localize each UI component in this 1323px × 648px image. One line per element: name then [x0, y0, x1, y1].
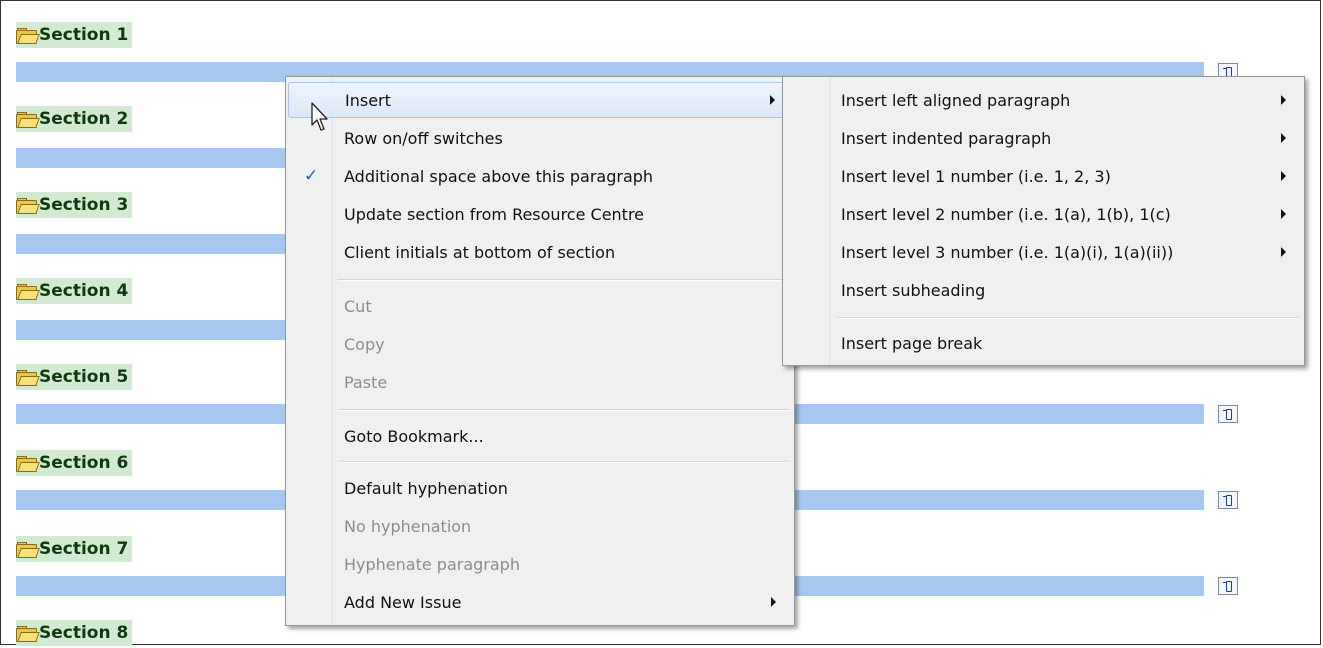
folder-icon: [16, 456, 40, 472]
menu-item-label: Add New Issue: [344, 592, 462, 612]
section-row[interactable]: Section 8: [16, 618, 133, 648]
folder-icon: [16, 370, 40, 386]
menu-item-default-hyphenation[interactable]: Default hyphenation: [288, 470, 792, 506]
menu-item-label: Cut: [344, 296, 372, 316]
folder-icon: [16, 112, 40, 128]
section-heading[interactable]: Section 8: [16, 620, 133, 646]
edit-paragraph-icon[interactable]: [1218, 405, 1238, 423]
section-heading[interactable]: Section 3: [16, 192, 133, 218]
submenu-item-level-1[interactable]: Insert level 1 number (i.e. 1, 2, 3): [785, 158, 1302, 194]
edit-paragraph-icon[interactable]: [1218, 491, 1238, 509]
menu-item-label: Goto Bookmark...: [344, 426, 484, 446]
menu-separator: [338, 409, 790, 411]
submenu-arrow-icon: [1281, 171, 1286, 181]
folder-icon: [16, 542, 40, 558]
folder-icon: [16, 28, 40, 44]
folder-icon: [16, 626, 40, 642]
menu-item-add-new-issue[interactable]: Add New Issue: [288, 584, 792, 620]
menu-item-label: Row on/off switches: [344, 128, 503, 148]
section-title: Section 1: [39, 25, 129, 45]
section-title: Section 4: [39, 281, 129, 301]
section-row[interactable]: Section 5: [16, 362, 133, 392]
submenu-arrow-icon: [1281, 209, 1286, 219]
menu-item-label: Copy: [344, 334, 385, 354]
insert-submenu: Insert left aligned paragraph Insert ind…: [782, 76, 1305, 366]
menu-item-label: Insert level 3 number (i.e. 1(a)(i), 1(a…: [841, 242, 1174, 262]
submenu-item-left-aligned[interactable]: Insert left aligned paragraph: [785, 82, 1302, 118]
menu-separator: [835, 317, 1300, 319]
section-row[interactable]: Section 7: [16, 534, 133, 564]
submenu-item-page-break[interactable]: Insert page break: [785, 325, 1302, 361]
menu-item-label: Hyphenate paragraph: [344, 554, 520, 574]
section-title: Section 5: [39, 367, 129, 387]
submenu-item-indented[interactable]: Insert indented paragraph: [785, 120, 1302, 156]
menu-item-label: Insert level 1 number (i.e. 1, 2, 3): [841, 166, 1111, 186]
section-row[interactable]: Section 3: [16, 190, 133, 220]
menu-item-label: Insert left aligned paragraph: [841, 90, 1071, 110]
section-title: Section 3: [39, 195, 129, 215]
menu-item-copy[interactable]: Copy: [288, 326, 792, 362]
menu-item-label: Insert: [345, 90, 391, 110]
menu-item-label: Client initials at bottom of section: [344, 242, 616, 262]
menu-item-row-switches[interactable]: Row on/off switches: [288, 120, 792, 156]
edit-paragraph-icon[interactable]: [1218, 577, 1238, 595]
folder-icon: [16, 198, 40, 214]
checkmark-icon: ✓: [304, 166, 319, 186]
section-heading[interactable]: Section 1: [16, 22, 133, 48]
menu-item-no-hyphenation[interactable]: No hyphenation: [288, 508, 792, 544]
section-title: Section 2: [39, 109, 129, 129]
menu-item-label: Additional space above this paragraph: [344, 166, 654, 186]
menu-item-label: Update section from Resource Centre: [344, 204, 645, 224]
section-heading[interactable]: Section 2: [16, 106, 133, 132]
menu-item-hyphenate-paragraph[interactable]: Hyphenate paragraph: [288, 546, 792, 582]
submenu-item-level-3[interactable]: Insert level 3 number (i.e. 1(a)(i), 1(a…: [785, 234, 1302, 270]
section-row[interactable]: Section 2: [16, 104, 133, 134]
section-row[interactable]: Section 4: [16, 276, 133, 306]
section-heading[interactable]: Section 5: [16, 364, 133, 390]
submenu-arrow-icon: [1281, 247, 1286, 257]
mouse-cursor-icon: [311, 102, 328, 131]
section-heading[interactable]: Section 7: [16, 536, 133, 562]
menu-separator: [338, 279, 790, 281]
menu-separator: [338, 461, 790, 463]
section-title: Section 8: [39, 623, 129, 643]
section-heading[interactable]: Section 4: [16, 278, 133, 304]
submenu-arrow-icon: [1281, 133, 1286, 143]
menu-item-client-initials[interactable]: Client initials at bottom of section: [288, 234, 792, 270]
section-row[interactable]: Section 1: [16, 20, 133, 50]
submenu-arrow-icon: [770, 95, 775, 105]
menu-item-cut[interactable]: Cut: [288, 288, 792, 324]
folder-icon: [16, 284, 40, 300]
submenu-arrow-icon: [771, 597, 776, 607]
menu-item-label: Insert page break: [841, 333, 983, 353]
menu-item-label: Paste: [344, 372, 388, 392]
submenu-item-level-2[interactable]: Insert level 2 number (i.e. 1(a), 1(b), …: [785, 196, 1302, 232]
menu-item-paste[interactable]: Paste: [288, 364, 792, 400]
context-menu: Insert Row on/off switches ✓ Additional …: [285, 76, 795, 626]
section-title: Section 7: [39, 539, 129, 559]
menu-item-insert[interactable]: Insert: [288, 82, 792, 118]
menu-item-additional-space[interactable]: ✓ Additional space above this paragraph: [288, 158, 792, 194]
menu-item-update-section[interactable]: Update section from Resource Centre: [288, 196, 792, 232]
menu-item-label: Insert level 2 number (i.e. 1(a), 1(b), …: [841, 204, 1171, 224]
menu-item-label: Default hyphenation: [344, 478, 508, 498]
section-heading[interactable]: Section 6: [16, 450, 133, 476]
menu-item-label: Insert subheading: [841, 280, 986, 300]
submenu-arrow-icon: [1281, 95, 1286, 105]
menu-item-label: No hyphenation: [344, 516, 472, 536]
menu-item-goto-bookmark[interactable]: Goto Bookmark...: [288, 418, 792, 454]
submenu-item-subheading[interactable]: Insert subheading: [785, 272, 1302, 308]
menu-item-label: Insert indented paragraph: [841, 128, 1052, 148]
section-row[interactable]: Section 6: [16, 448, 133, 478]
section-title: Section 6: [39, 453, 129, 473]
